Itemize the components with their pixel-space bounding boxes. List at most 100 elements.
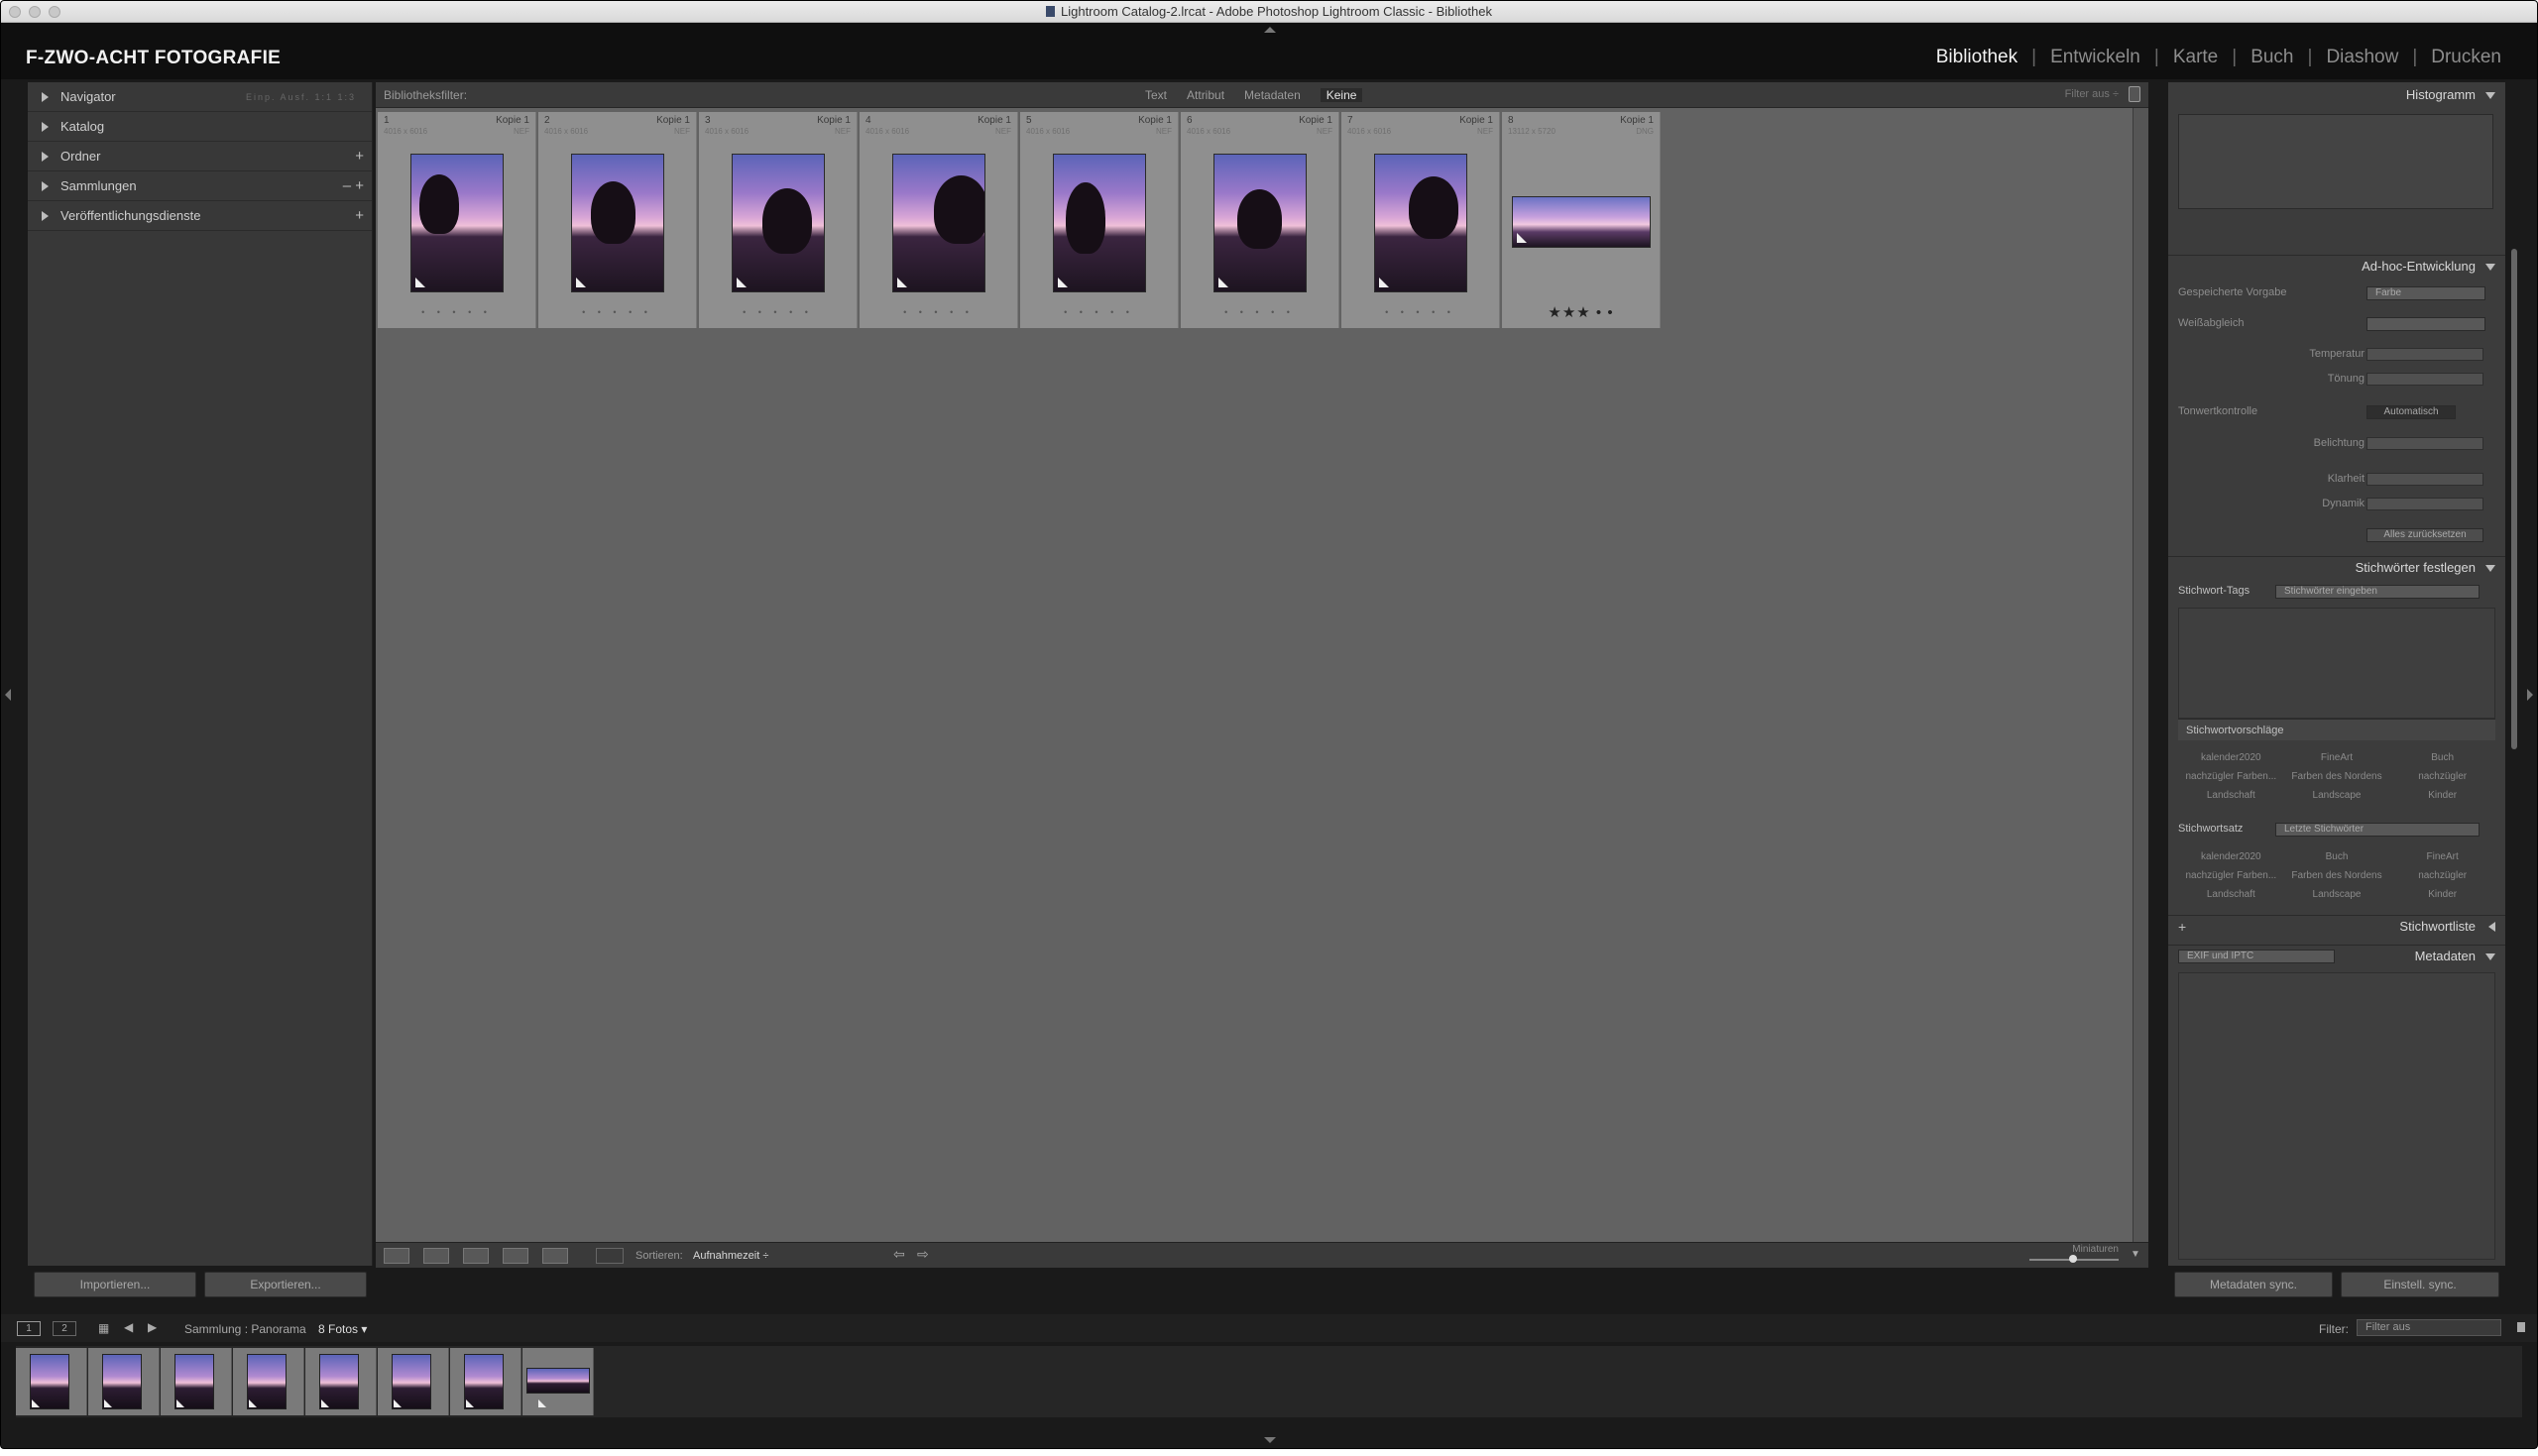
minimize-window-button[interactable]: [29, 6, 41, 18]
keyword-suggestion[interactable]: Buch: [2389, 752, 2495, 763]
keyword-suggestion[interactable]: Landscape: [2284, 790, 2390, 801]
white-balance-select[interactable]: [2366, 317, 2485, 331]
window-1-button[interactable]: 1: [17, 1321, 41, 1336]
collapse-bottom-arrow-icon[interactable]: [1264, 1437, 1276, 1443]
add-folder-button[interactable]: +: [355, 148, 364, 165]
photo-thumbnail[interactable]: [571, 154, 664, 292]
keyword-tags-select[interactable]: Stichwörter eingeben: [2275, 585, 2480, 599]
module-bibliothek[interactable]: Bibliothek: [1922, 47, 2031, 68]
keyword-set-item[interactable]: Buch: [2284, 851, 2390, 862]
keyword-set-select[interactable]: Letzte Stichwörter: [2275, 823, 2480, 837]
temperature-stepper[interactable]: [2366, 348, 2483, 361]
grid-scrollbar[interactable]: [2133, 108, 2148, 1242]
panel-quick-develop[interactable]: Ad-hoc-Entwicklung: [2168, 255, 2505, 277]
panel-katalog[interactable]: Katalog: [28, 112, 372, 142]
photo-grid-cell[interactable]: 8 Kopie 1 13112 x 5720 DNG ★★★ • •: [1502, 112, 1661, 328]
clarity-stepper[interactable]: [2366, 473, 2483, 486]
photo-thumbnail[interactable]: [1053, 154, 1146, 292]
rating-stars[interactable]: • • • • •: [860, 307, 1017, 317]
zoom-window-button[interactable]: [49, 6, 60, 18]
thumbnail-size-slider[interactable]: [2029, 1255, 2119, 1263]
photo-thumbnail[interactable]: [1512, 196, 1651, 248]
filmstrip-source-path[interactable]: Sammlung : Panorama: [184, 1322, 306, 1336]
right-panel-scrollbar[interactable]: [2511, 249, 2517, 749]
close-window-button[interactable]: [9, 6, 21, 18]
rating-stars[interactable]: • • • • •: [538, 307, 696, 317]
grid-icon[interactable]: ▦: [98, 1321, 112, 1335]
navigator-zoom-options[interactable]: Einp. Ausf. 1:1 1:3: [246, 92, 356, 102]
panel-keyword-list[interactable]: + Stichwortliste: [2168, 915, 2505, 937]
rating-stars[interactable]: • • • • •: [378, 307, 535, 317]
keyword-suggestion[interactable]: nachzügler Farben...: [2178, 771, 2284, 782]
photo-thumbnail[interactable]: [410, 154, 504, 292]
grid-view-icon[interactable]: [384, 1248, 409, 1264]
filmstrip-thumbnail[interactable]: [378, 1348, 449, 1415]
previous-arrow-icon[interactable]: ⇦: [893, 1246, 909, 1262]
photo-thumbnail[interactable]: [892, 154, 985, 292]
filmstrip-thumbnail[interactable]: [16, 1348, 87, 1415]
keyword-set-item[interactable]: Landschaft: [2178, 889, 2284, 900]
sync-metadata-button[interactable]: Metadaten sync.: [2174, 1272, 2333, 1297]
photo-grid-cell[interactable]: 3 Kopie 1 4016 x 6016 NEF • • • • •: [699, 112, 858, 328]
next-arrow-icon[interactable]: ⇨: [917, 1246, 933, 1262]
toolbar-options-chevron-down-icon[interactable]: ▼: [2131, 1249, 2142, 1265]
metadata-preset-select[interactable]: EXIF und IPTC: [2178, 950, 2335, 963]
add-publish-service-button[interactable]: +: [355, 207, 364, 224]
rating-stars[interactable]: • • • • •: [1020, 307, 1178, 317]
keyword-suggestion[interactable]: nachzügler: [2389, 771, 2495, 782]
collection-add-remove-buttons[interactable]: – +: [343, 177, 364, 194]
panel-veroeffentlichungsdienste[interactable]: Veröffentlichungsdienste +: [28, 201, 372, 231]
sync-settings-button[interactable]: Einstell. sync.: [2341, 1272, 2499, 1297]
keyword-set-item[interactable]: nachzügler Farben...: [2178, 870, 2284, 881]
filmstrip-filter-select[interactable]: Filter aus: [2357, 1319, 2501, 1336]
sort-direction-icon[interactable]: [596, 1248, 624, 1264]
keyword-suggestion[interactable]: Farben des Nordens: [2284, 771, 2390, 782]
keyword-set-item[interactable]: FineArt: [2389, 851, 2495, 862]
rating-stars[interactable]: • • • • •: [1341, 307, 1499, 317]
panel-histogram[interactable]: Histogramm: [2168, 84, 2505, 106]
photo-grid-cell[interactable]: 7 Kopie 1 4016 x 6016 NEF • • • • •: [1341, 112, 1500, 328]
module-buch[interactable]: Buch: [2237, 47, 2307, 68]
panel-sammlungen[interactable]: Sammlungen – +: [28, 171, 372, 201]
panel-navigator[interactable]: Navigator Einp. Ausf. 1:1 1:3: [28, 82, 372, 112]
keyword-set-item[interactable]: kalender2020: [2178, 851, 2284, 862]
filter-preset-select[interactable]: Filter aus ÷: [2065, 88, 2119, 100]
tint-stepper[interactable]: [2366, 373, 2483, 386]
panel-ordner[interactable]: Ordner +: [28, 142, 372, 171]
filmstrip-thumbnail[interactable]: [522, 1348, 594, 1415]
add-keyword-button[interactable]: +: [2178, 916, 2186, 938]
rating-stars[interactable]: • • • • •: [699, 307, 857, 317]
auto-tone-button[interactable]: Automatisch: [2366, 405, 2456, 419]
export-button[interactable]: Exportieren...: [204, 1272, 367, 1297]
keyword-entry-area[interactable]: [2178, 608, 2495, 719]
keyword-suggestion[interactable]: Landschaft: [2178, 790, 2284, 801]
loupe-view-icon[interactable]: [423, 1248, 449, 1264]
module-diashow[interactable]: Diashow: [2312, 47, 2412, 68]
reset-all-button[interactable]: Alles zurücksetzen: [2366, 528, 2483, 542]
rating-stars[interactable]: ★★★ • •: [1502, 303, 1660, 321]
module-karte[interactable]: Karte: [2159, 47, 2232, 68]
lock-icon[interactable]: [2129, 86, 2140, 102]
filter-tab-keine[interactable]: Keine: [1320, 88, 1363, 102]
photo-grid-cell[interactable]: 1 Kopie 1 4016 x 6016 NEF • • • • •: [378, 112, 536, 328]
forward-arrow-icon[interactable]: ▶: [148, 1320, 162, 1336]
sort-select[interactable]: Aufnahmezeit ÷: [693, 1250, 768, 1262]
module-entwickeln[interactable]: Entwickeln: [2036, 47, 2154, 68]
keyword-suggestions-header[interactable]: Stichwortvorschläge: [2178, 719, 2495, 740]
keyword-suggestion[interactable]: FineArt: [2284, 752, 2390, 763]
rating-stars[interactable]: • • • • •: [1181, 307, 1338, 317]
keyword-suggestion[interactable]: kalender2020: [2178, 752, 2284, 763]
back-arrow-icon[interactable]: ◀: [124, 1320, 138, 1336]
panel-metadata[interactable]: EXIF und IPTC Metadaten: [2168, 945, 2505, 966]
photo-grid-cell[interactable]: 2 Kopie 1 4016 x 6016 NEF • • • • •: [538, 112, 697, 328]
filmstrip-thumbnail[interactable]: [305, 1348, 377, 1415]
keyword-set-item[interactable]: Landscape: [2284, 889, 2390, 900]
photo-grid-cell[interactable]: 4 Kopie 1 4016 x 6016 NEF • • • • •: [860, 112, 1018, 328]
filmstrip-thumbnail[interactable]: [450, 1348, 521, 1415]
filter-lock-icon[interactable]: [2517, 1322, 2525, 1332]
module-drucken[interactable]: Drucken: [2417, 47, 2515, 68]
filmstrip-thumbnail[interactable]: [88, 1348, 160, 1415]
exposure-stepper[interactable]: [2366, 437, 2483, 450]
filter-tab-attribut[interactable]: Attribut: [1187, 88, 1224, 102]
import-button[interactable]: Importieren...: [34, 1272, 196, 1297]
